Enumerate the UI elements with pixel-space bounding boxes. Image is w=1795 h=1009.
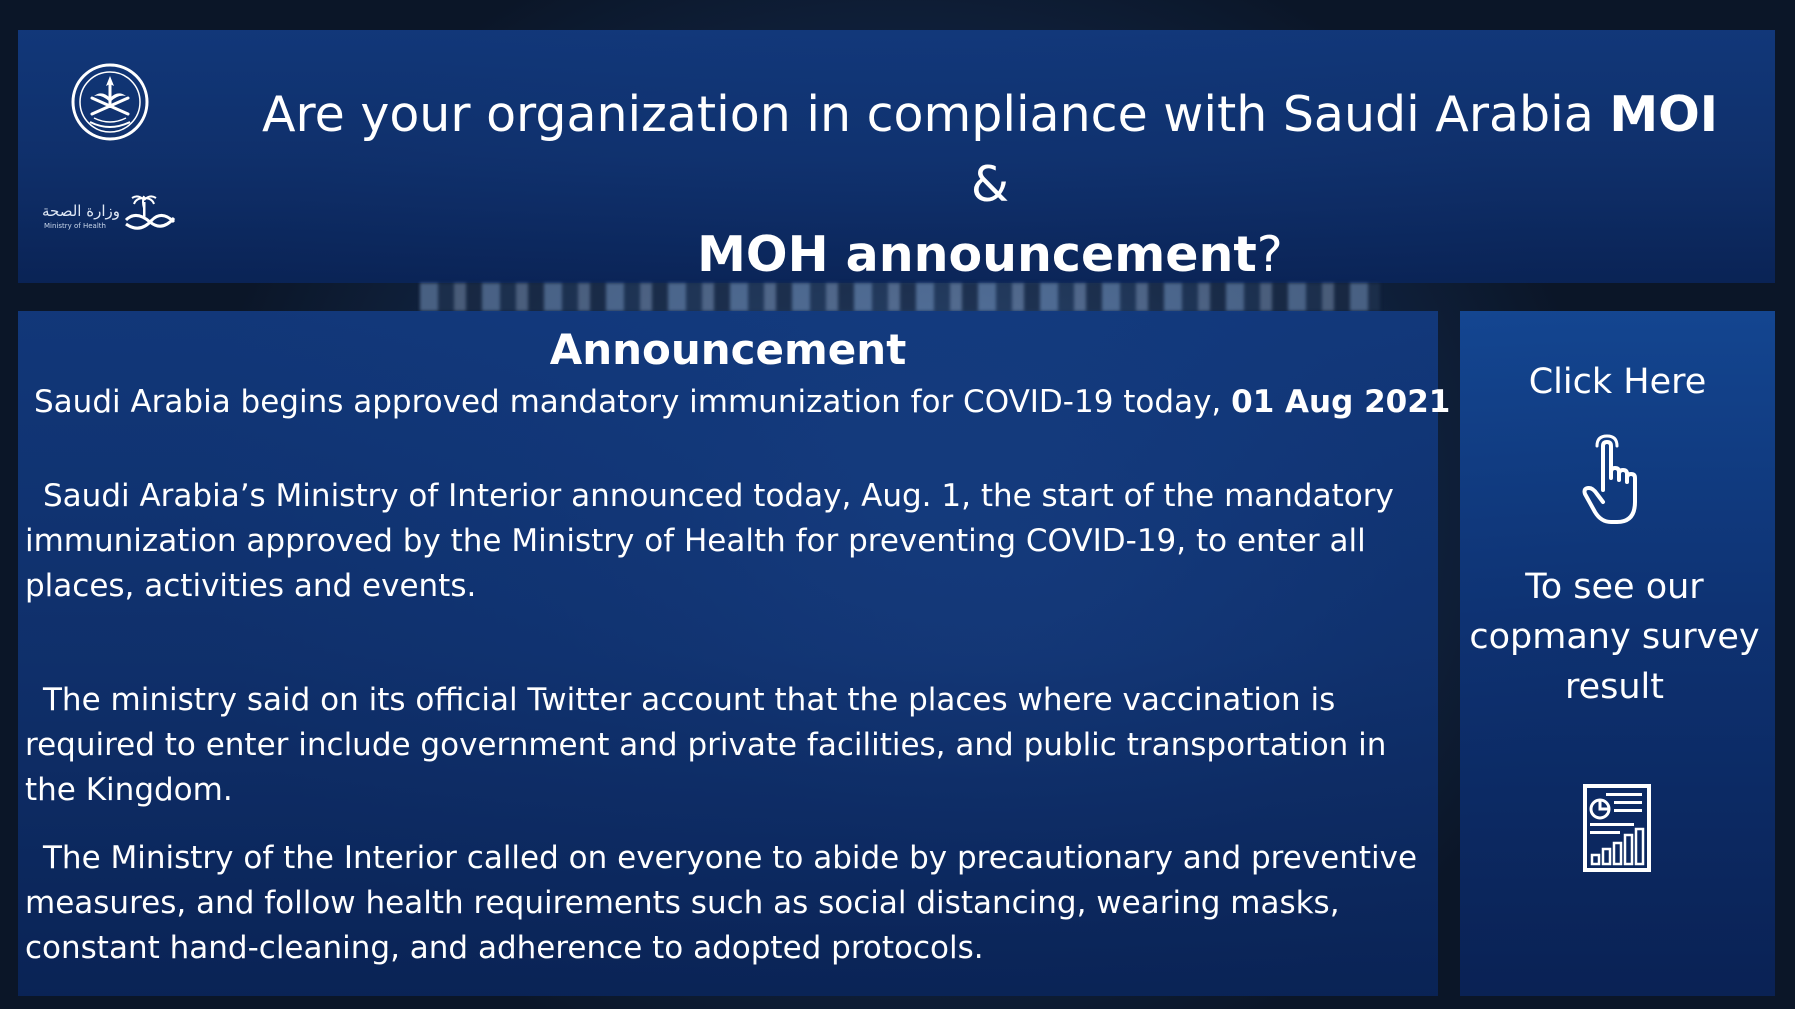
paragraph-text: The Ministry of the Interior called on e…: [25, 840, 1418, 966]
announcement-heading: Announcement: [549, 325, 907, 374]
paragraph-text: Saudi Arabia’s Ministry of Interior anno…: [25, 478, 1394, 604]
title-amp: &: [970, 156, 1010, 213]
moh-logo-english: Ministry of Health: [44, 222, 106, 230]
announcement-paragraph: The Ministry of the Interior called on e…: [25, 836, 1425, 971]
announcement-paragraph: Saudi Arabia’s Ministry of Interior anno…: [25, 474, 1425, 609]
survey-description[interactable]: To see our copmany survey result: [1462, 562, 1767, 712]
pointer-hand-icon[interactable]: [1577, 430, 1657, 530]
announcement-subtitle: Saudi Arabia begins approved mandatory i…: [34, 384, 1450, 420]
title-question: ?: [1256, 226, 1283, 283]
page-title: Are your organization in compliance with…: [240, 80, 1740, 290]
moh-palm-icon: [124, 195, 176, 230]
saudi-emblem-icon: [71, 63, 149, 141]
announcement-subtitle-text: Saudi Arabia begins approved mandatory i…: [34, 384, 1232, 420]
moh-logo-arabic: وزارة الصحة: [42, 202, 120, 220]
announcement-date: 01 Aug 2021: [1231, 384, 1451, 420]
paragraph-text: The ministry said on its official Twitte…: [25, 682, 1387, 808]
moh-logo: وزارة الصحة Ministry of Health: [42, 192, 177, 234]
title-part-1: Are your organization in compliance with…: [262, 86, 1610, 143]
announcement-paragraph: The ministry said on its official Twitte…: [25, 678, 1425, 813]
title-moh: MOH announcement: [697, 226, 1257, 283]
report-chart-icon[interactable]: [1582, 783, 1652, 873]
title-moi: MOI: [1609, 86, 1718, 143]
click-here-link[interactable]: Click Here: [1460, 362, 1775, 402]
